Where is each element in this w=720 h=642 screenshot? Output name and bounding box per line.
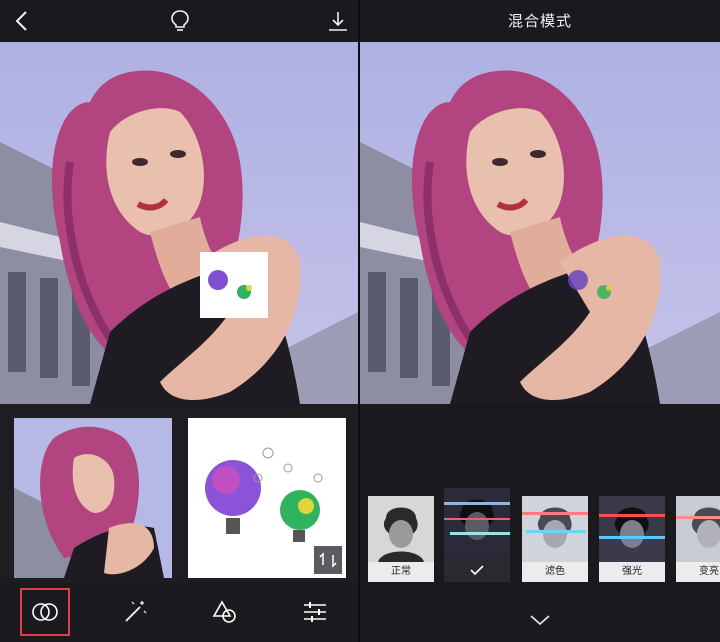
blend-mode-lighten[interactable]: 变亮 <box>676 496 720 590</box>
blend-mode-selected-preview <box>444 488 510 558</box>
tips-button[interactable] <box>160 0 200 42</box>
blend-mode-screen-preview <box>522 496 588 562</box>
download-button[interactable] <box>318 0 358 42</box>
blend-mode-list: 正常 滤色 强光 变亮 <box>368 488 720 596</box>
blend-circles-icon <box>32 603 58 621</box>
editor-topbar <box>0 0 358 42</box>
swap-arrows-icon <box>319 552 337 568</box>
blend-mode-label: 变亮 <box>676 562 720 582</box>
tool-shapes-button[interactable] <box>200 588 250 636</box>
blend-mode-lighten-preview <box>676 496 720 562</box>
photo-canvas[interactable] <box>0 42 358 404</box>
page-title: 混合模式 <box>507 12 572 30</box>
lightbulb-icon <box>171 10 189 31</box>
base-photo-thumb-image <box>14 418 172 578</box>
editor-panel <box>0 0 358 642</box>
blend-mode-hard-light-preview <box>599 496 665 562</box>
blend-mode-normal[interactable]: 正常 <box>368 496 434 590</box>
tool-blend-button[interactable] <box>20 588 70 636</box>
chevron-left-icon <box>15 11 27 31</box>
tool-magic-button[interactable] <box>110 588 160 636</box>
back-button[interactable] <box>2 0 42 42</box>
blend-mode-panel: 混合模式 正常 滤色 强光 变亮 <box>360 0 720 642</box>
swap-layers-button[interactable] <box>314 546 342 574</box>
blend-mode-label: 滤色 <box>522 562 588 582</box>
app-root: 混合模式 正常 滤色 强光 变亮 <box>0 0 720 642</box>
shapes-icon <box>212 600 236 623</box>
sliders-icon <box>304 602 326 622</box>
checkmark-icon <box>470 565 484 576</box>
blend-mode-screen[interactable]: 滤色 <box>522 496 588 590</box>
overlay-layer-thumb[interactable] <box>188 418 346 578</box>
blend-mode-hard-light[interactable]: 强光 <box>599 496 665 590</box>
collapse-panel-button[interactable] <box>526 610 554 630</box>
magic-wand-icon <box>125 601 147 622</box>
blended-portrait-photo <box>360 42 720 404</box>
portrait-photo <box>0 42 358 404</box>
download-icon <box>329 12 347 31</box>
blend-mode-selected[interactable] <box>444 488 510 582</box>
blend-mode-selector: 正常 滤色 强光 变亮 <box>360 404 720 642</box>
chevron-down-icon <box>530 615 550 626</box>
blend-mode-label: 正常 <box>368 562 434 582</box>
blend-mode-label <box>444 558 510 582</box>
editor-toolbar <box>0 582 358 642</box>
tool-adjust-button[interactable] <box>290 588 340 636</box>
layer-thumbnails <box>0 404 358 584</box>
blend-mode-normal-preview <box>368 496 434 562</box>
blend-mode-label: 强光 <box>599 562 665 582</box>
blend-topbar: 混合模式 <box>360 0 720 42</box>
base-layer-thumb[interactable] <box>14 418 172 578</box>
blend-preview-canvas[interactable] <box>360 42 720 404</box>
